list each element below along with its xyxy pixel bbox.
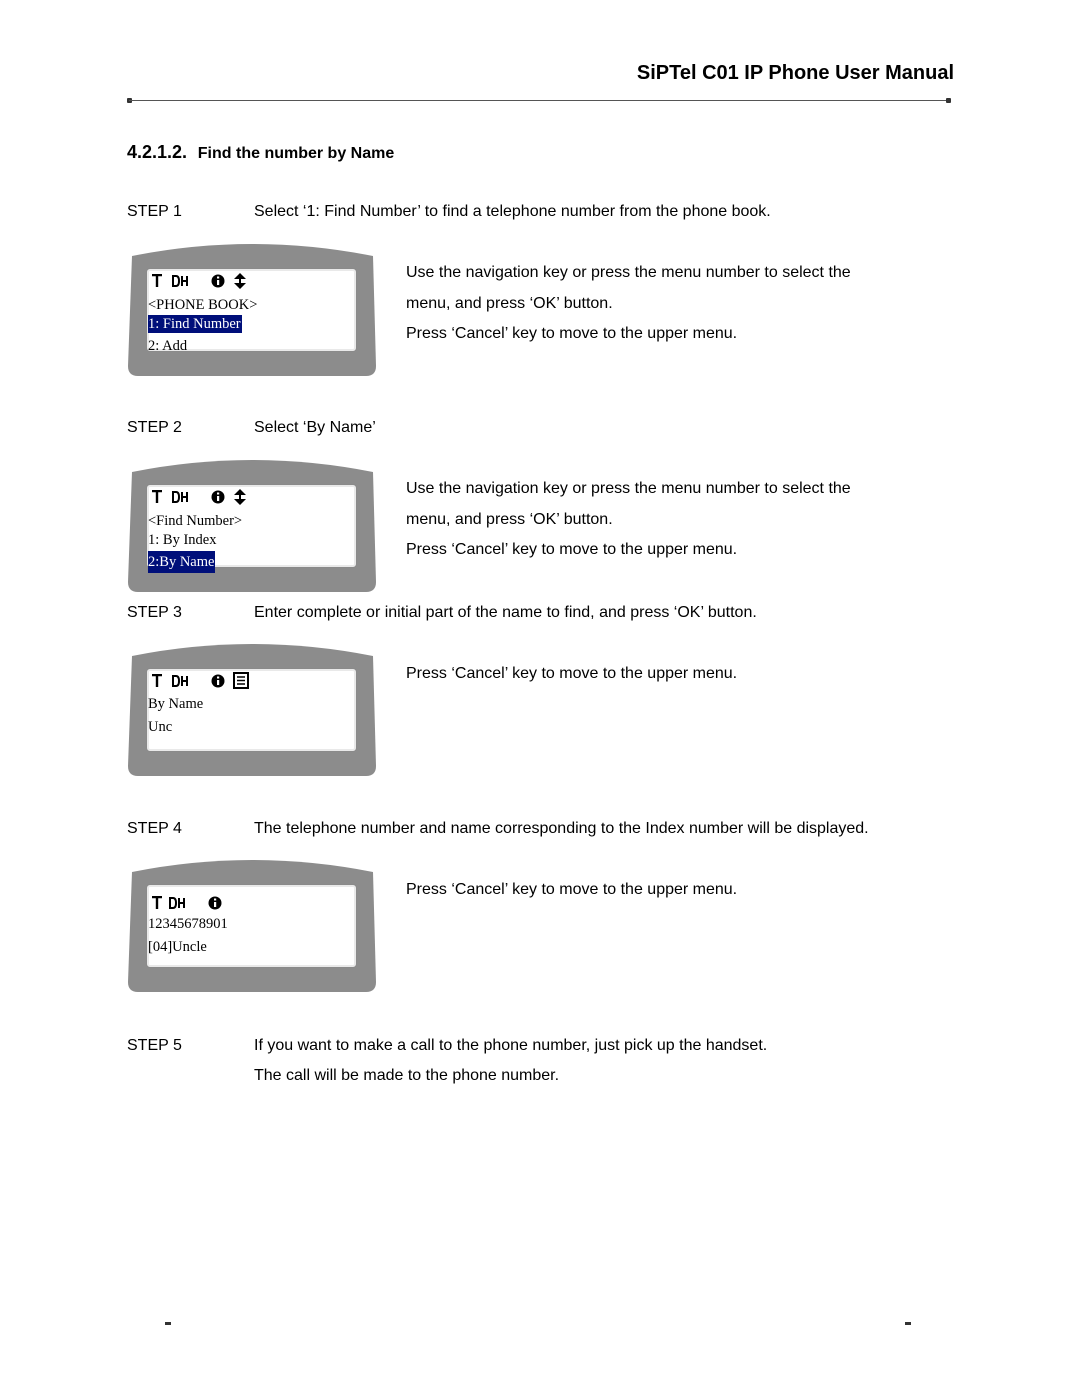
step-description: Press ‘Cancel’ key to move to the upper … xyxy=(406,659,737,690)
dh-icon xyxy=(168,896,186,915)
lcd-status-icons xyxy=(151,488,255,510)
step-instruction: Select ‘By Name’ xyxy=(254,419,376,436)
document-header-title: SiPTel C01 IP Phone User Manual xyxy=(636,62,954,84)
step-label: STEP 2 xyxy=(127,419,182,436)
description-line: Use the navigation key or press the menu… xyxy=(406,480,851,497)
description-line: Press ‘Cancel’ key to move to the upper … xyxy=(406,541,738,558)
lcd-line: 2: Add xyxy=(148,338,188,354)
updown-arrows-icon xyxy=(233,272,247,294)
section-number: 4.2.1.2. xyxy=(127,142,188,162)
lcd-line: <Find Number> xyxy=(148,513,243,529)
description-line: Press ‘Cancel’ key to move to the upper … xyxy=(406,881,738,898)
lcd-line: <PHONE BOOK> xyxy=(148,297,258,313)
header-rule-endpoint xyxy=(946,98,951,103)
antenna-icon xyxy=(151,673,163,693)
antenna-icon xyxy=(151,895,163,915)
description-line: Use the navigation key or press the menu… xyxy=(406,264,851,281)
section-heading: 4.2.1.2. Find the number by Name xyxy=(127,142,394,163)
step-description: Press ‘Cancel’ key to move to the upper … xyxy=(406,875,737,906)
lcd-screen: <PHONE BOOK> 1: Find Number 2: Add xyxy=(146,268,357,354)
lcd-screen: 12345678901 [04]Uncle xyxy=(146,884,357,968)
text-input-icon xyxy=(233,672,249,694)
dh-icon xyxy=(171,674,189,693)
header-rule xyxy=(129,100,951,101)
description-line: Press ‘Cancel’ key to move to the upper … xyxy=(406,325,738,342)
lcd-screen: By Name Unc xyxy=(146,668,357,752)
dh-icon xyxy=(171,274,189,293)
step-description: Use the navigation key or press the menu… xyxy=(406,258,851,350)
section-title: Find the number by Name xyxy=(197,145,395,162)
description-line: Press ‘Cancel’ key to move to the upper … xyxy=(406,665,738,682)
lcd-phone-number: 12345678901 xyxy=(148,916,228,932)
lcd-screen: <Find Number> 1: By Index 2:By Name xyxy=(146,484,357,573)
lcd-status-icons xyxy=(151,672,257,694)
step-description: Use the navigation key or press the menu… xyxy=(406,474,851,566)
step-instruction: If you want to make a call to the phone … xyxy=(254,1037,768,1054)
antenna-icon xyxy=(151,489,163,509)
footer-mark xyxy=(905,1322,911,1325)
dh-icon xyxy=(171,490,189,509)
step-instruction-continued: The call will be made to the phone numbe… xyxy=(254,1067,560,1084)
lcd-line: By Name xyxy=(148,696,204,712)
lcd-line-selected: 2:By Name xyxy=(148,551,216,573)
step-label: STEP 3 xyxy=(127,604,182,621)
phone-lcd-illustration: By Name Unc xyxy=(128,636,377,776)
lcd-status-icons xyxy=(151,272,255,294)
lcd-input-text: Unc xyxy=(148,719,173,735)
phone-lcd-illustration: <Find Number> 1: By Index 2:By Name xyxy=(128,452,377,592)
footer-mark xyxy=(165,1322,171,1325)
lcd-line-selected: 1: Find Number xyxy=(148,315,242,333)
phone-lcd-illustration: <PHONE BOOK> 1: Find Number 2: Add xyxy=(128,236,377,376)
step-label: STEP 1 xyxy=(127,203,182,220)
info-icon xyxy=(211,490,225,509)
description-line: menu, and press ‘OK’ button. xyxy=(406,294,613,312)
step-instruction: Select ‘1: Find Number’ to find a teleph… xyxy=(254,203,771,220)
lcd-status-icons xyxy=(151,895,230,915)
lcd-contact-name: [04]Uncle xyxy=(148,939,207,955)
antenna-icon xyxy=(151,273,163,293)
step-instruction: Enter complete or initial part of the na… xyxy=(254,604,757,621)
phone-lcd-illustration: 12345678901 [04]Uncle xyxy=(128,852,377,992)
step-label: STEP 5 xyxy=(127,1037,182,1054)
info-icon xyxy=(208,896,222,915)
description-line: menu, and press ‘OK’ button. xyxy=(406,510,613,528)
info-icon xyxy=(211,674,225,693)
step-instruction: The telephone number and name correspond… xyxy=(254,820,869,837)
step-label: STEP 4 xyxy=(127,820,182,837)
lcd-line: 1: By Index xyxy=(148,532,217,548)
info-icon xyxy=(211,274,225,293)
updown-arrows-icon xyxy=(233,488,247,510)
